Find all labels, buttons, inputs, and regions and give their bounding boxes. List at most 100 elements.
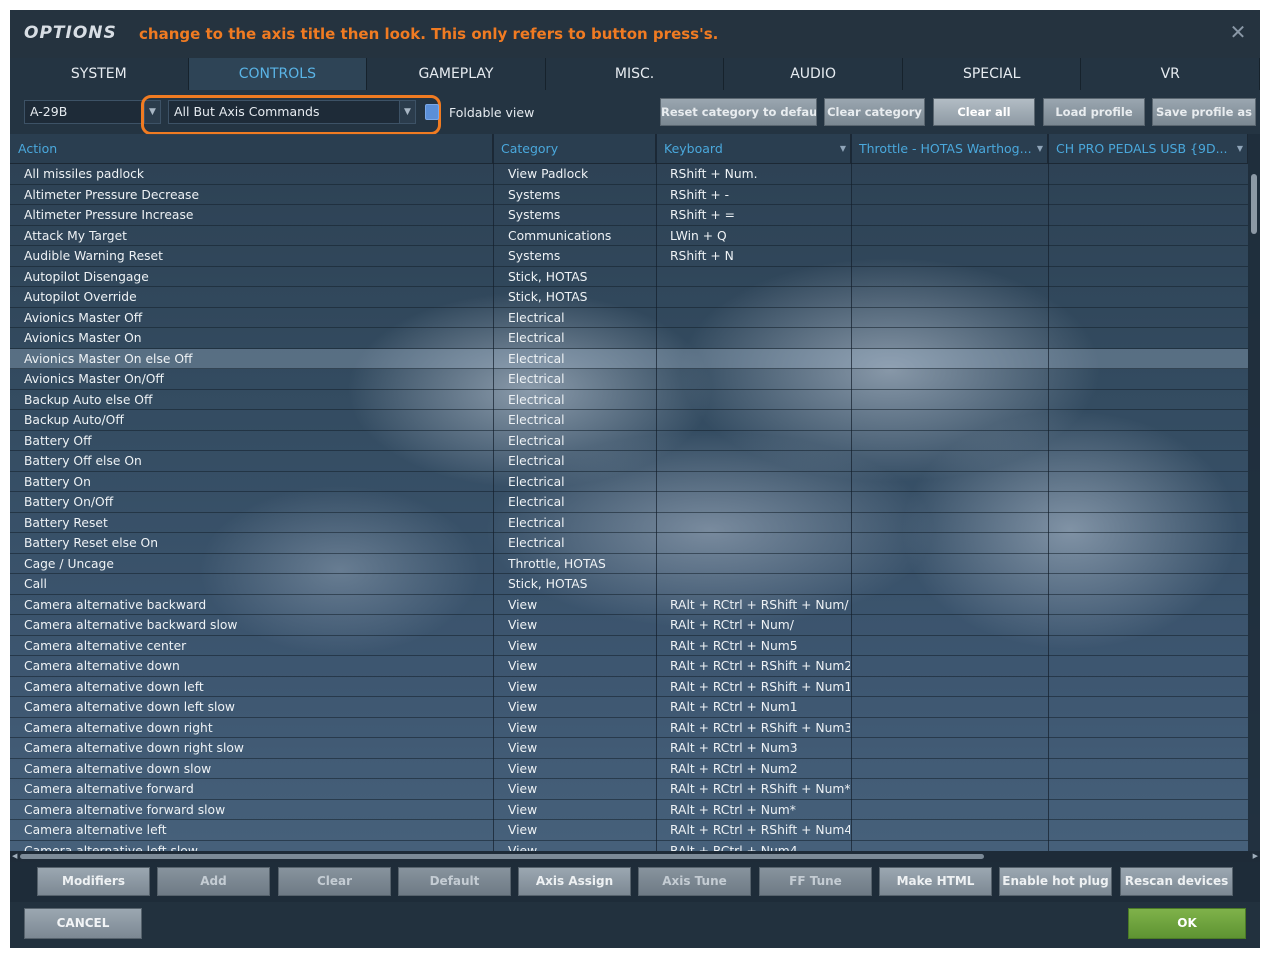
scroll-right-icon[interactable]: ▶ (1253, 851, 1258, 862)
keyboard-cell (670, 349, 850, 370)
scroll-left-icon[interactable]: ◀ (12, 851, 17, 862)
table-row[interactable]: Camera alternative forward View RAlt + RCt… (10, 779, 1248, 800)
clear-all-button[interactable]: Clear all (933, 98, 1035, 126)
category-cell: Stick, HOTAS (508, 269, 588, 284)
table-row[interactable]: Avionics Master Off Electrical (10, 308, 1248, 328)
table-row[interactable]: Camera alternative down right View RAlt + … (10, 718, 1248, 738)
table-row[interactable]: All missiles padlock View Padlock RShift +… (10, 164, 1248, 185)
column-header-action[interactable]: Action (10, 134, 493, 164)
column-header-category-label: Category (501, 141, 559, 156)
horizontal-scrollbar-thumb[interactable] (20, 854, 984, 859)
ff-tune-button[interactable]: FF Tune (759, 867, 872, 896)
tab-misc[interactable]: MISC. (545, 58, 725, 90)
tab-audio[interactable]: AUDIO (724, 58, 903, 90)
table-row[interactable]: Avionics Master On/Off Electrical (10, 369, 1248, 390)
table-row[interactable]: Attack My Target Communications LWin + Q (10, 226, 1248, 246)
tab-gameplay[interactable]: GAMEPLAY (367, 58, 546, 90)
reset-category-button[interactable]: Reset category to default (660, 98, 817, 126)
keyboard-cell (670, 492, 850, 513)
vertical-scrollbar[interactable] (1248, 134, 1260, 851)
table-row[interactable]: Camera alternative center View RAlt + RCtr… (10, 636, 1248, 656)
table-row[interactable]: Battery On/Off Electrical (10, 492, 1248, 513)
category-cell: Systems (508, 187, 561, 202)
action-cell: Camera alternative backward (24, 597, 207, 612)
add-button[interactable]: Add (157, 867, 270, 896)
table-row[interactable]: Backup Auto else Off Electrical (10, 390, 1248, 410)
rescan-devices-button[interactable]: Rescan devices (1120, 867, 1233, 896)
keyboard-cell (670, 574, 850, 595)
tab-controls[interactable]: CONTROLS (188, 58, 368, 90)
category-cell: Systems (508, 208, 561, 222)
horizontal-scrollbar[interactable]: ◀ ▶ (10, 851, 1260, 862)
keyboard-cell: RShift + - (670, 187, 730, 202)
table-row[interactable]: Camera alternative down left slow View RAl… (10, 697, 1248, 718)
category-cell: Throttle, HOTAS (508, 556, 606, 571)
table-row[interactable]: Battery Off else On Electrical (10, 451, 1248, 472)
make-html-button[interactable]: Make HTML (879, 867, 992, 896)
column-header-pedals[interactable]: CH PRO PEDALS USB {9D... ▼ (1048, 134, 1248, 164)
table-row[interactable]: Camera alternative down View RAlt + RCtrl … (10, 656, 1248, 677)
table-row[interactable]: Battery Off Electrical (10, 431, 1248, 451)
table-row[interactable]: Altimeter Pressure Decrease Systems RShift… (10, 185, 1248, 205)
table-row[interactable]: Altimeter Pressure Increase Systems RShift… (10, 205, 1248, 226)
options-window: OPTIONS change to the axis title then lo… (10, 10, 1260, 948)
column-header-throttle[interactable]: Throttle - HOTAS Warthog... ▼ (851, 134, 1048, 164)
keyboard-cell: RAlt + RCtrl + Num4 (670, 843, 798, 852)
table-row[interactable]: Avionics Master On Electrical (10, 328, 1248, 349)
action-cell: Backup Auto/Off (24, 413, 124, 427)
save-profile-button[interactable]: Save profile as (1152, 98, 1256, 126)
tab-system[interactable]: SYSTEM (10, 58, 189, 90)
modifiers-button[interactable]: Modifiers (37, 867, 150, 896)
axis-tune-button[interactable]: Axis Tune (638, 867, 751, 896)
ok-button[interactable]: OK (1128, 908, 1246, 939)
table-row[interactable]: Audible Warning Reset Systems RShift + N (10, 246, 1248, 267)
close-icon[interactable]: ✕ (1228, 22, 1248, 42)
table-row[interactable]: Camera alternative left View RAlt + RCtrl … (10, 820, 1248, 841)
clear-button[interactable]: Clear (278, 867, 391, 896)
action-cell: Camera alternative down right slow (24, 741, 244, 755)
action-cell: Camera alternative down left (24, 679, 204, 694)
keyboard-cell (670, 554, 850, 575)
vertical-scrollbar-thumb[interactable] (1251, 174, 1257, 234)
table-row[interactable]: Camera alternative down right slow View RA… (10, 738, 1248, 759)
table-row[interactable]: Avionics Master On else Off Electrical (10, 348, 1248, 370)
table-row[interactable]: Camera alternative forward slow View RAlt … (10, 800, 1248, 820)
column-header-keyboard[interactable]: Keyboard ▼ (656, 134, 851, 164)
action-cell: Altimeter Pressure Decrease (24, 187, 200, 202)
clear-category-button[interactable]: Clear category (824, 98, 925, 126)
table-row[interactable]: Camera alternative backward View RAlt + RC… (10, 595, 1248, 615)
table-row[interactable]: Camera alternative down left View RAlt + R… (10, 677, 1248, 697)
column-divider (1048, 134, 1049, 851)
tab-bar: SYSTEM CONTROLS GAMEPLAY MISC. AUDIO SPE… (10, 58, 1260, 90)
chevron-down-icon: ▼ (1036, 144, 1043, 153)
action-cell: Avionics Master Off (24, 310, 143, 325)
bindings-table-body: All missiles padlock View Padlock RShift +… (10, 164, 1248, 851)
controls-toolbar: A-29B ▼ All But Axis Commands ▼ Foldable… (10, 90, 1260, 135)
table-row[interactable]: Camera alternative down slow View RAlt + R… (10, 759, 1248, 779)
table-row[interactable]: Autopilot Disengage Stick, HOTAS (10, 267, 1248, 287)
table-row[interactable]: Call Stick, HOTAS (10, 574, 1248, 595)
table-row[interactable]: Battery On Electrical (10, 472, 1248, 492)
tab-special[interactable]: SPECIAL (902, 58, 1082, 90)
column-header-category[interactable]: Category (493, 134, 656, 164)
foldable-view-checkbox[interactable] (425, 104, 439, 120)
action-cell: Avionics Master On else Off (24, 351, 193, 366)
keyboard-cell: RAlt + RCtrl + RShift + Num3 (670, 720, 850, 735)
load-profile-button[interactable]: Load profile (1043, 98, 1145, 126)
tab-vr[interactable]: VR (1081, 58, 1260, 90)
category-cell: Electrical (508, 536, 565, 550)
chevron-down-icon: ▼ (839, 144, 846, 153)
table-row[interactable]: Autopilot Override Stick, HOTAS (10, 287, 1248, 308)
category-cell: View (508, 597, 538, 612)
table-row[interactable]: Camera alternative backward slow View RAlt… (10, 615, 1248, 636)
axis-assign-button[interactable]: Axis Assign (518, 867, 631, 896)
default-button[interactable]: Default (398, 867, 511, 896)
table-row[interactable]: Camera alternative left slow View RAlt + R… (10, 841, 1248, 852)
table-row[interactable]: Battery Reset else On Electrical (10, 533, 1248, 554)
cancel-button[interactable]: CANCEL (24, 908, 142, 939)
table-row[interactable]: Battery Reset Electrical (10, 513, 1248, 533)
table-row[interactable]: Backup Auto/Off Electrical (10, 410, 1248, 431)
enable-hot-plug-button[interactable]: Enable hot plug (999, 867, 1112, 896)
category-cell: Systems (508, 249, 561, 263)
table-row[interactable]: Cage / Uncage Throttle, HOTAS (10, 554, 1248, 575)
